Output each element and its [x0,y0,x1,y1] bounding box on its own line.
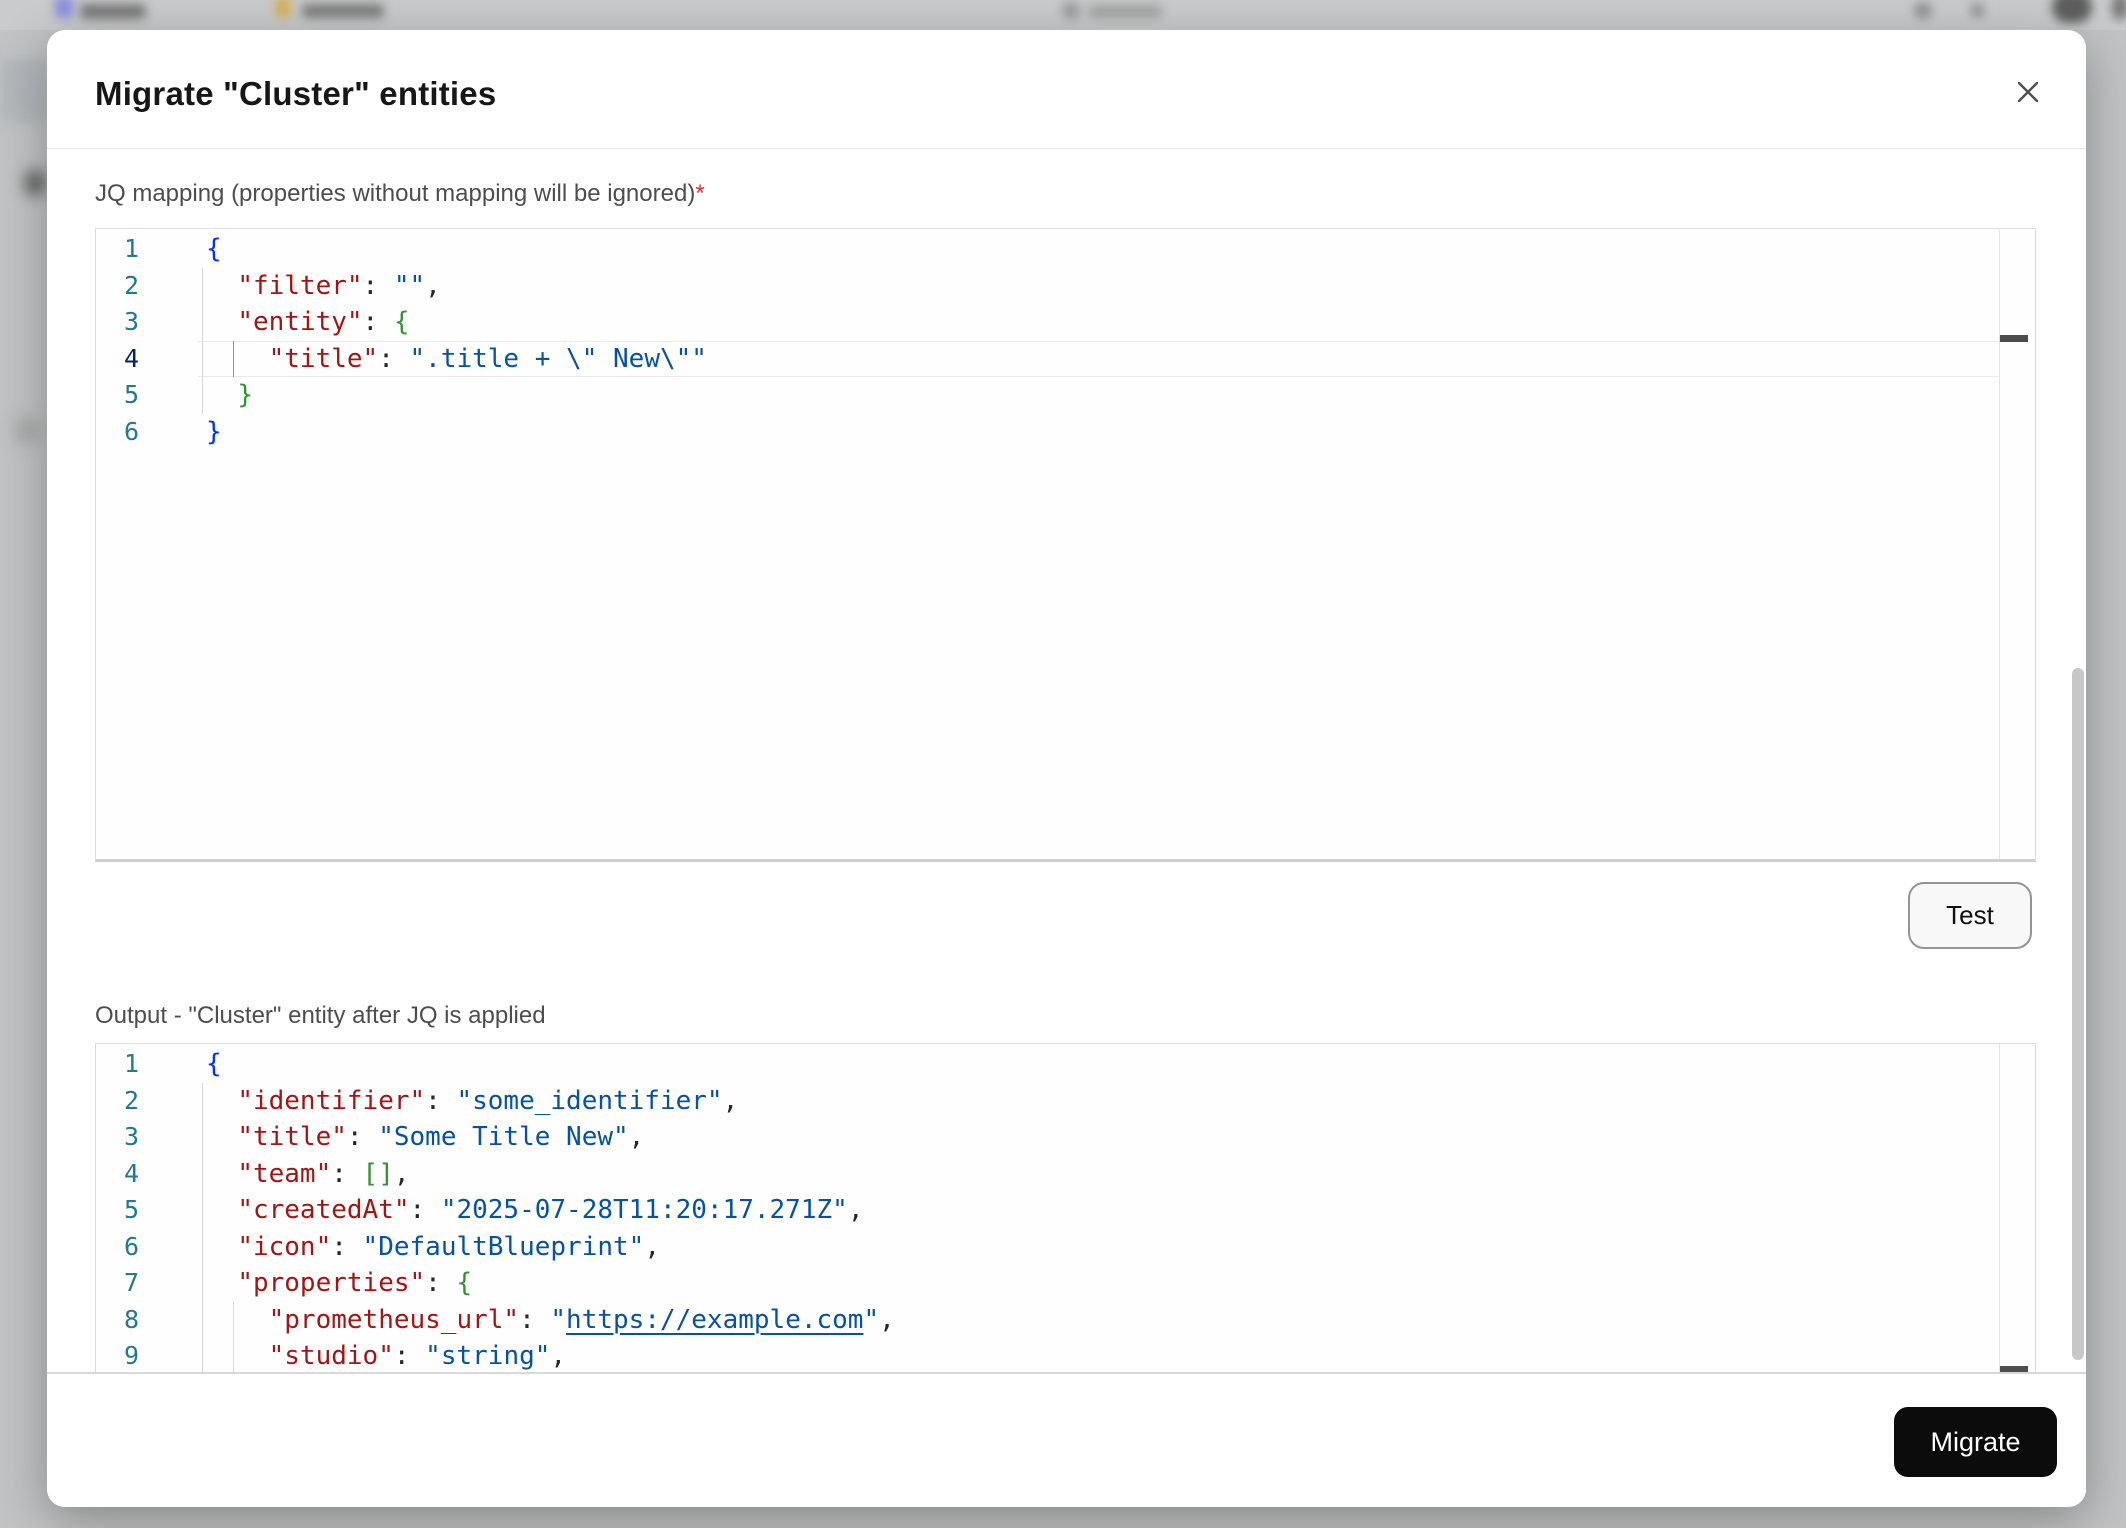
indent-guide [202,268,203,305]
code-text: "identifier": "some_identifier", [206,1083,738,1120]
line-number: 1 [96,1046,139,1083]
line-number: 5 [96,377,139,414]
overview-ruler [1999,229,2035,859]
background-tab-services-label [302,4,384,18]
indent-guide [202,377,203,414]
line-number: 9 [96,1338,139,1372]
indent-guide [202,341,203,378]
code-text: "icon": "DefaultBlueprint", [206,1229,660,1266]
code-line[interactable]: 1{ [96,231,2035,268]
code-text: "properties": { [206,1265,472,1302]
indent-guide [202,1083,203,1120]
background-sidebar-icon-2 [14,418,40,442]
line-number: 7 [96,1265,139,1302]
background-search-label [1088,5,1162,18]
avatar [2052,0,2092,23]
jq-mapping-label: JQ mapping (properties without mapping w… [95,180,705,208]
background-tab-services-icon [276,0,290,17]
line-number: 5 [96,1192,139,1229]
background-sidebar-icon [24,170,46,196]
code-line[interactable]: 5 } [96,377,2035,414]
required-asterisk: * [695,180,704,207]
indent-guide [202,1156,203,1193]
code-line[interactable]: 3 "entity": { [96,304,2035,341]
jq-mapping-editor[interactable]: 1{2 "filter": "",3 "entity": {4 "title":… [95,228,2036,862]
line-number: 3 [96,304,139,341]
line-number: 6 [96,1229,139,1266]
line-number: 3 [96,1119,139,1156]
code-text: "title": "Some Title New", [206,1119,644,1156]
code-text: "team": [], [206,1156,410,1193]
code-line[interactable]: 6} [96,414,2035,451]
indent-guide [202,304,203,341]
code-text: } [206,414,222,451]
code-line[interactable]: 2 "identifier": "some_identifier", [96,1083,2035,1120]
code-line[interactable]: 3 "title": "Some Title New", [96,1119,2035,1156]
header-divider [47,148,2086,149]
line-number: 6 [96,414,139,451]
background-toolbar-icon-1 [1915,3,1931,18]
code-line[interactable]: 5 "createdAt": "2025-07-28T11:20:17.271Z… [96,1192,2035,1229]
overview-ruler [1999,1044,2035,1372]
code-text: "studio": "string", [206,1338,566,1372]
code-line[interactable]: 2 "filter": "", [96,268,2035,305]
close-button[interactable] [2006,70,2050,114]
code-text: } [206,377,253,414]
code-line[interactable]: 4 "team": [], [96,1156,2035,1193]
indent-guide [202,1338,203,1372]
migrate-button[interactable]: Migrate [1894,1407,2057,1477]
indent-guide [202,1192,203,1229]
test-button[interactable]: Test [1908,882,2032,949]
background-toolbar-icon-2 [1971,4,1984,17]
indent-guide [202,1302,203,1339]
modal-scrollbar-thumb[interactable] [2072,668,2084,1360]
code-line[interactable]: 9 "studio": "string", [96,1338,2035,1372]
line-number: 2 [96,268,139,305]
output-label: Output - "Cluster" entity after JQ is ap… [95,1002,546,1030]
line-number: 2 [96,1083,139,1120]
output-editor[interactable]: 1{2 "identifier": "some_identifier",3 "t… [95,1043,2036,1372]
code-text: "title": ".title + \" New\"" [206,341,707,378]
code-line[interactable]: 1{ [96,1046,2035,1083]
background-tab-catalog-label [80,4,146,19]
editor-lines: 1{2 "filter": "",3 "entity": {4 "title":… [96,229,2035,859]
code-text: "entity": { [206,304,410,341]
line-number: 4 [96,341,139,378]
code-text: "createdAt": "2025-07-28T11:20:17.271Z", [206,1192,863,1229]
background-top-toolbar [0,0,2126,30]
cursor-overview-mark [2000,335,2028,342]
migrate-entities-modal: Migrate "Cluster" entities JQ mapping (p… [47,30,2086,1507]
line-number: 1 [96,231,139,268]
code-text: "filter": "", [206,268,441,305]
editor-lines: 1{2 "identifier": "some_identifier",3 "t… [96,1044,2035,1372]
modal-footer: Migrate [47,1372,2086,1507]
modal-title: Migrate "Cluster" entities [95,75,496,113]
code-line[interactable]: 4 "title": ".title + \" New\"" [96,341,2035,378]
indent-guide [202,1229,203,1266]
code-line[interactable]: 8 "prometheus_url": "https://example.com… [96,1302,2035,1339]
background-tab-catalog-icon [55,0,73,18]
code-text: "prometheus_url": "https://example.com", [206,1302,895,1339]
line-number: 8 [96,1302,139,1339]
code-text: { [206,231,222,268]
line-number: 4 [96,1156,139,1193]
indent-guide [202,1119,203,1156]
code-text: { [206,1046,222,1083]
code-line[interactable]: 6 "icon": "DefaultBlueprint", [96,1229,2035,1266]
close-icon [2013,77,2043,107]
search-icon [1062,2,1080,19]
background-sidebar-block [0,58,46,122]
code-line[interactable]: 7 "properties": { [96,1265,2035,1302]
background-corner-blob [2112,0,2126,20]
indent-guide [202,1265,203,1302]
screen: Migrate "Cluster" entities JQ mapping (p… [0,0,2126,1528]
